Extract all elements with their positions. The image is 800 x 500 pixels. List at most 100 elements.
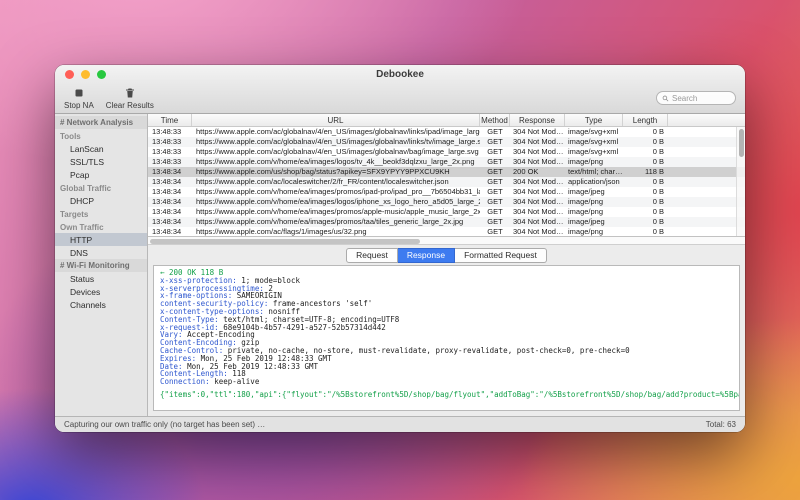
cell-url: https://www.apple.com/ac/flags/1/images/… bbox=[196, 227, 367, 236]
stop-na-button[interactable]: Stop NA bbox=[64, 87, 94, 110]
tab-formatted-request[interactable]: Formatted Request bbox=[455, 247, 547, 263]
sidebar-item-lanscan[interactable]: LanScan bbox=[55, 142, 147, 155]
table-row[interactable]: 13:48:34 https://www.apple.com/v/home/ea/… bbox=[148, 207, 745, 217]
http-table-body: 13:48:33 https://www.apple.com/ac/globaln… bbox=[148, 127, 745, 236]
sidebar-item-http[interactable]: HTTP bbox=[55, 233, 147, 246]
cell-response: 304 Not Mod… bbox=[513, 137, 564, 146]
toolbar: Stop NA Clear Results bbox=[55, 83, 745, 113]
cell-filler bbox=[668, 197, 745, 207]
cell-url: https://www.apple.com/v/home/ea/images/l… bbox=[196, 197, 480, 206]
column-header-response[interactable]: Response bbox=[510, 114, 565, 126]
sidebar-item-dhcp[interactable]: DHCP bbox=[55, 194, 147, 207]
cell-length: 118 B bbox=[644, 167, 664, 176]
cell-length: 0 B bbox=[652, 177, 664, 186]
table-header[interactable]: Time URL Method Response Type Length bbox=[148, 114, 745, 127]
cell-filler bbox=[668, 177, 745, 187]
clear-results-button[interactable]: Clear Results bbox=[106, 87, 154, 110]
cell-type: image/svg+xml bbox=[568, 137, 619, 146]
cell-method: GET bbox=[487, 227, 503, 236]
cell-length: 0 B bbox=[652, 187, 664, 196]
table-row[interactable]: 13:48:34 https://www.apple.com/v/home/ea/… bbox=[148, 217, 745, 227]
cell-length: 0 B bbox=[652, 217, 664, 226]
cell-filler bbox=[668, 187, 745, 197]
response-pane: ← 200 OK 118 B x-xss-protection: 1; mode… bbox=[153, 265, 740, 411]
cell-time: 13:48:34 bbox=[152, 217, 182, 226]
cell-url: https://www.apple.com/ac/localeswitcher/… bbox=[196, 177, 449, 186]
clear-results-label: Clear Results bbox=[105, 100, 154, 110]
cell-time: 13:48:34 bbox=[152, 197, 182, 206]
sidebar-section-header: Global Traffic bbox=[60, 184, 112, 193]
cell-method: GET bbox=[487, 177, 503, 186]
trash-icon bbox=[124, 87, 136, 100]
sidebar-item-status[interactable]: Status bbox=[55, 272, 147, 285]
zoom-window-button[interactable] bbox=[97, 70, 106, 79]
cell-time: 13:48:34 bbox=[152, 187, 182, 196]
cell-filler bbox=[668, 227, 745, 236]
sidebar-item-dns[interactable]: DNS bbox=[55, 246, 147, 259]
table-row[interactable]: 13:48:34 https://www.apple.com/ac/locales… bbox=[148, 177, 745, 187]
cell-length: 0 B bbox=[652, 197, 664, 206]
table-row[interactable]: 13:48:33 https://www.apple.com/ac/globaln… bbox=[148, 127, 745, 137]
cell-response: 304 Not Mod… bbox=[513, 147, 564, 156]
cell-type: image/png bbox=[568, 197, 604, 206]
cell-response: 304 Not Mod… bbox=[513, 187, 564, 196]
scrollbar-thumb[interactable] bbox=[150, 238, 420, 244]
column-header-filler bbox=[668, 114, 745, 126]
sidebar-section-header: Targets bbox=[60, 210, 89, 219]
cell-type: text/html; char… bbox=[568, 167, 623, 176]
table-row[interactable]: 13:48:34 https://www.apple.com/v/home/ea/… bbox=[148, 187, 745, 197]
column-header-type[interactable]: Type bbox=[565, 114, 623, 126]
sidebar-section-header: Tools bbox=[60, 132, 81, 141]
search-input[interactable] bbox=[672, 93, 730, 103]
cell-response: 304 Not Mod… bbox=[513, 157, 564, 166]
column-header-method[interactable]: Method bbox=[480, 114, 510, 126]
cell-url: https://www.apple.com/v/home/ea/images/l… bbox=[196, 157, 475, 166]
table-row[interactable]: 13:48:33 https://www.apple.com/ac/globaln… bbox=[148, 137, 745, 147]
cell-filler bbox=[668, 217, 745, 227]
table-row[interactable]: 13:48:33 https://www.apple.com/v/home/ea/… bbox=[148, 157, 745, 167]
cell-type: image/jpeg bbox=[568, 217, 605, 226]
cell-time: 13:48:34 bbox=[152, 207, 182, 216]
cell-length: 0 B bbox=[652, 227, 664, 236]
tab-request[interactable]: Request bbox=[346, 247, 398, 263]
table-row[interactable]: 13:48:34 https://www.apple.com/us/shop/ba… bbox=[148, 167, 745, 177]
cell-length: 0 B bbox=[652, 127, 664, 136]
sidebar-item-ssltls[interactable]: SSL/TLS bbox=[55, 155, 147, 168]
cell-method: GET bbox=[487, 127, 503, 136]
tab-response[interactable]: Response bbox=[397, 247, 456, 263]
table-vertical-scrollbar[interactable] bbox=[736, 127, 745, 236]
cell-url: https://www.apple.com/ac/globalnav/4/en_… bbox=[196, 147, 479, 156]
table-row[interactable]: 13:48:34 https://www.apple.com/ac/flags/1… bbox=[148, 227, 745, 236]
sidebar-section-header: Own Traffic bbox=[60, 223, 104, 232]
cell-type: image/jpeg bbox=[568, 187, 605, 196]
titlebar[interactable]: Debookee bbox=[55, 65, 745, 83]
sidebar-item-pcap[interactable]: Pcap bbox=[55, 168, 147, 181]
cell-response: 200 OK bbox=[513, 167, 539, 176]
column-header-time[interactable]: Time bbox=[148, 114, 192, 126]
total-count: Total: 63 bbox=[705, 420, 736, 429]
cell-time: 13:48:34 bbox=[152, 227, 182, 236]
minimize-window-button[interactable] bbox=[81, 70, 90, 79]
cell-response: 304 Not Mod… bbox=[513, 127, 564, 136]
column-header-url[interactable]: URL bbox=[192, 114, 480, 126]
table-row[interactable]: 13:48:33 https://www.apple.com/ac/globaln… bbox=[148, 147, 745, 157]
column-header-length[interactable]: Length bbox=[623, 114, 668, 126]
cell-time: 13:48:33 bbox=[152, 147, 182, 156]
table-horizontal-scrollbar[interactable] bbox=[148, 237, 745, 245]
cell-url: https://www.apple.com/v/home/ea/images/p… bbox=[196, 187, 480, 196]
close-window-button[interactable] bbox=[65, 70, 74, 79]
cell-response: 304 Not Mod… bbox=[513, 227, 564, 236]
table-row[interactable]: 13:48:34 https://www.apple.com/v/home/ea/… bbox=[148, 197, 745, 207]
cell-response: 304 Not Mod… bbox=[513, 197, 564, 206]
search-field[interactable] bbox=[656, 91, 736, 105]
cell-method: GET bbox=[487, 157, 503, 166]
cell-url: https://www.apple.com/ac/globalnav/4/en_… bbox=[196, 137, 480, 146]
sidebar-item-channels[interactable]: Channels bbox=[55, 298, 147, 311]
cell-length: 0 B bbox=[652, 157, 664, 166]
scrollbar-thumb[interactable] bbox=[738, 129, 744, 157]
cell-time: 13:48:33 bbox=[152, 157, 182, 166]
cell-filler bbox=[668, 147, 745, 157]
main-pane: Time URL Method Response Type Length 13:… bbox=[148, 114, 745, 416]
sidebar-item-devices[interactable]: Devices bbox=[55, 285, 147, 298]
http-table: Time URL Method Response Type Length 13:… bbox=[148, 114, 745, 237]
